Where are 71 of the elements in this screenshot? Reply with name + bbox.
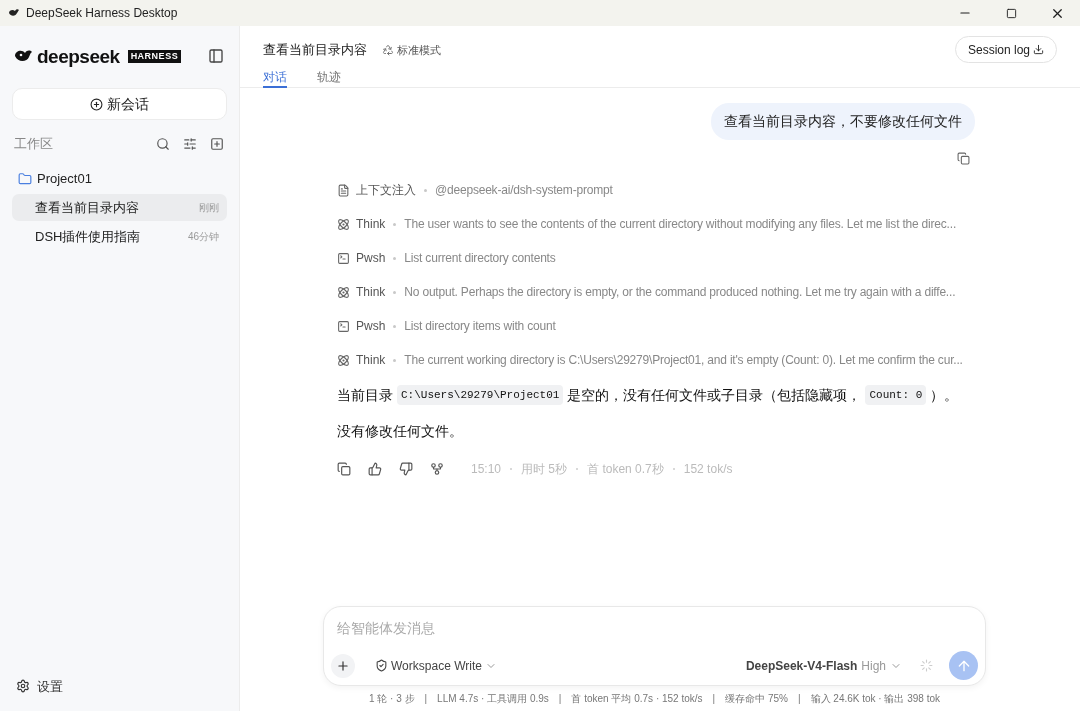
status-text: 1 轮 · 3 步 | LLM 4.7s · 工具调用 0.9s | 首 token 平均 0.7s · 152 tok/s | 缓存命中 75% | 输入 24.6K tok · 输出 398 tok [367,692,942,706]
window-title: DeepSeek Harness Desktop [26,5,178,22]
session-title: 查看当前目录内容 [35,198,139,217]
terminal-icon [337,251,350,265]
add-button[interactable] [331,653,355,678]
download-icon [1033,44,1044,55]
meta-text: 首 token 0.7秒 [587,461,664,478]
recycle-icon [382,44,394,56]
session-title: DSH插件使用指南 [35,227,141,246]
copy-icon[interactable] [957,152,970,165]
tab[interactable]: 轨迹 [317,67,341,88]
atom-icon [337,353,350,367]
model-dropdown[interactable]: DeepSeek-V4-Flash High [745,656,902,675]
logo-text: deepseek [37,46,120,66]
session-time: 46分钟 [187,230,219,244]
settings-link[interactable]: 设置 [37,676,63,696]
plus-icon [336,658,350,673]
inline-code: Count: 0 [865,384,927,406]
settings-icon [16,679,30,694]
project-name[interactable]: Project01 [37,169,92,189]
session-time: 刚刚 [199,201,219,215]
search-icon[interactable] [156,137,170,151]
answer-text: 当前目录 [337,385,393,405]
step-label[interactable]: Think [356,351,386,369]
answer-text: ）。 [930,385,959,405]
branch-icon[interactable] [430,462,444,476]
spinner-icon [920,659,933,672]
new-folder-icon[interactable] [210,137,224,151]
whale-icon [8,8,20,18]
message-input[interactable]: 给智能体发消息 [337,618,978,638]
mode-label: 标准模式 [397,42,441,58]
atom-icon [337,217,350,231]
step-summary: List directory items with count [404,318,556,335]
maximize-icon [1005,7,1017,19]
answer-text: 是空的，没有任何文件或子目录（包括隐藏项， [567,385,862,405]
tab[interactable]: 对话 [263,67,287,88]
plus-circle-icon [90,97,103,111]
meta-text: 15:10 [471,461,502,478]
harness-badge: HARNESS [127,49,182,63]
step-label[interactable]: Pwsh [356,317,386,335]
session-item[interactable]: DSH插件使用指南 46分钟 [12,223,227,250]
thumbs-down-icon[interactable] [399,462,413,476]
filter-icon[interactable] [183,137,197,151]
user-message-bubble: 查看当前目录内容，不要修改任何文件 [711,103,975,140]
copy-icon[interactable] [337,462,351,476]
whale-logo-icon [14,48,34,64]
atom-icon [337,285,350,299]
step-summary: The current working directory is C:\Users\29279\Project01, and it's empty (Count: 0). Let me confirm the cur... [404,352,963,369]
permission-dropdown[interactable]: Workspace Write [375,656,497,675]
conversation-title: 查看当前目录内容 [263,41,367,60]
step-label[interactable]: Pwsh [356,249,386,267]
inline-code: C:\Users\29279\Project01 [397,384,564,406]
step-label[interactable]: Think [356,215,386,233]
new-chat-button[interactable]: 新会话 [12,88,227,120]
step-summary: @deepseek-ai/dsh-system-prompt [435,182,613,199]
session-item[interactable]: 查看当前目录内容 刚刚 [12,194,227,221]
workspace-label: 工作区 [14,135,53,154]
step-summary: List current directory contents [404,250,556,267]
meta-text: 用时 5秒 [521,461,568,478]
step-label[interactable]: Think [356,283,386,301]
step-summary: The user wants to see the contents of the current directory without modifying any files. Let me list the direc... [404,216,957,233]
answer-text: 没有修改任何文件。 [337,421,463,441]
shield-icon [375,659,388,672]
terminal-icon [337,319,350,333]
thumbs-up-icon[interactable] [368,462,382,476]
document-icon [337,183,350,197]
sidebar-toggle-icon[interactable] [208,48,224,64]
step-label[interactable]: 上下文注入 [356,181,416,199]
meta-text: 152 tok/s [683,461,733,478]
folder-icon [18,172,32,186]
step-summary: No output. Perhaps the directory is empty, or the command produced nothing. Let me try again with a diffe... [404,284,956,301]
